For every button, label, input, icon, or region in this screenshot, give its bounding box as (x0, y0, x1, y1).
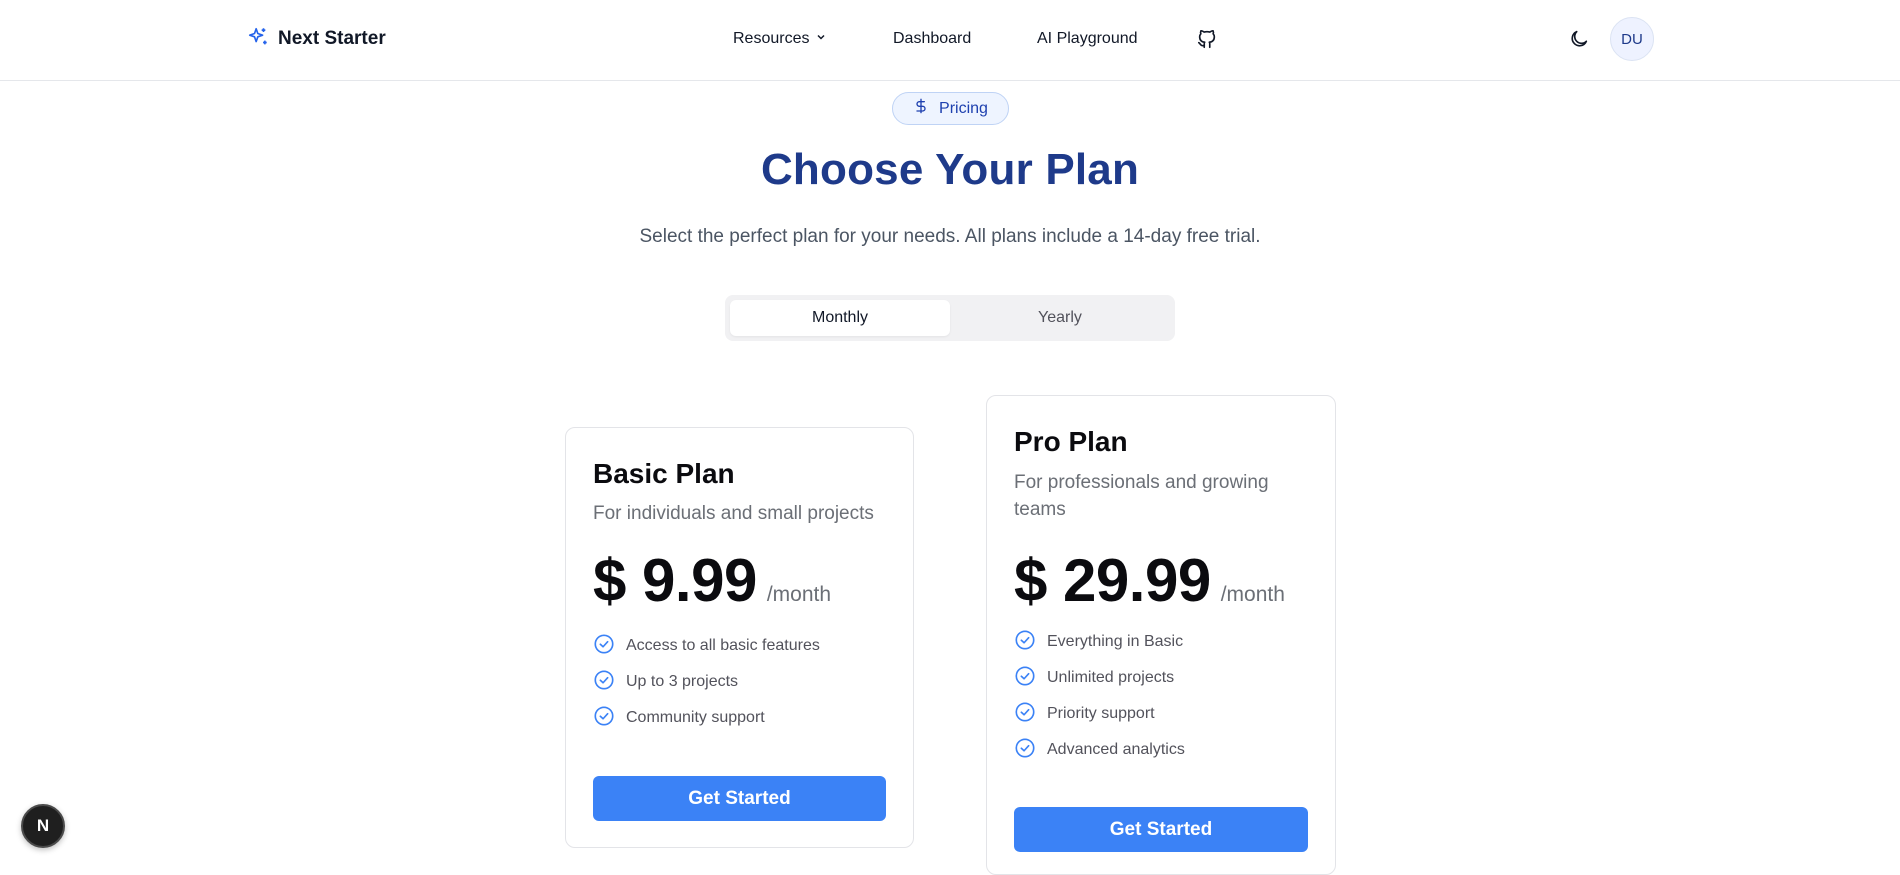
get-started-button[interactable]: Get Started (1014, 807, 1308, 852)
check-circle-icon (1014, 701, 1036, 728)
plan-name: Pro Plan (1014, 426, 1128, 457)
dollar-icon (913, 98, 929, 119)
pricing-badge-label: Pricing (939, 99, 988, 117)
list-item: Up to 3 projects (593, 664, 820, 700)
check-circle-icon (593, 705, 615, 732)
nextjs-logo-icon: N (36, 816, 50, 835)
list-item: Everything in Basic (1014, 624, 1185, 660)
get-started-button[interactable]: Get Started (593, 776, 886, 821)
nav-resources-label: Resources (733, 30, 810, 47)
top-navbar: Next Starter Resources Dashboard AI Play… (0, 0, 1900, 81)
list-item: Priority support (1014, 696, 1185, 732)
list-item: Community support (593, 700, 820, 736)
brand-name: Next Starter (278, 28, 386, 49)
user-avatar[interactable]: DU (1610, 17, 1654, 61)
check-circle-icon (1014, 737, 1036, 764)
check-circle-icon (593, 669, 615, 696)
nav-ai-playground-label: AI Playground (1037, 30, 1138, 47)
price-amount: $ 29.99 (1014, 547, 1211, 614)
tab-yearly[interactable]: Yearly (950, 300, 1170, 336)
list-item: Access to all basic features (593, 628, 820, 664)
price-period: /month (1220, 583, 1285, 606)
check-circle-icon (1014, 665, 1036, 692)
feature-text: Everything in Basic (1047, 633, 1184, 650)
check-circle-icon (1014, 629, 1036, 656)
plan-card-pro: Pro Plan For professionals and growing t… (986, 395, 1336, 875)
list-item: Unlimited projects (1014, 660, 1185, 696)
plan-price: $ 29.99 /month (1014, 546, 1285, 615)
plan-name: Basic Plan (593, 458, 735, 489)
tab-monthly[interactable]: Monthly (730, 300, 950, 336)
feature-text: Access to all basic features (626, 637, 820, 654)
pricing-badge: Pricing (892, 92, 1009, 125)
nav-dashboard[interactable]: Dashboard (893, 26, 971, 52)
github-icon[interactable] (1194, 26, 1220, 52)
nav-resources[interactable]: Resources (733, 26, 827, 52)
feature-text: Unlimited projects (1047, 669, 1175, 686)
brand-logo[interactable]: Next Starter (247, 25, 386, 53)
feature-text: Community support (626, 709, 765, 726)
billing-period-toggle: Monthly Yearly (725, 295, 1175, 341)
page-title: Choose Your Plan (760, 145, 1140, 194)
feature-text: Advanced analytics (1047, 741, 1185, 758)
feature-list: Everything in Basic Unlimited projects P… (1014, 624, 1185, 768)
avatar-initials: DU (1621, 30, 1643, 48)
plan-price: $ 9.99 /month (593, 546, 831, 615)
plan-description: For individuals and small projects (593, 503, 874, 524)
nav-ai-playground[interactable]: AI Playground (1037, 26, 1138, 52)
moon-icon[interactable] (1566, 26, 1592, 52)
feature-list: Access to all basic features Up to 3 pro… (593, 628, 820, 736)
feature-text: Priority support (1047, 705, 1155, 722)
nextjs-dev-tools-button[interactable]: N (21, 804, 65, 848)
price-amount: $ 9.99 (593, 547, 757, 614)
feature-text: Up to 3 projects (626, 673, 739, 690)
nav-dashboard-label: Dashboard (893, 30, 972, 47)
check-circle-icon (593, 633, 615, 660)
list-item: Advanced analytics (1014, 732, 1185, 768)
price-period: /month (766, 583, 832, 606)
sparkles-icon (247, 26, 269, 53)
page-subtitle: Select the perfect plan for your needs. … (639, 226, 1261, 247)
plan-description: For professionals and growing teams (1014, 472, 1269, 520)
chevron-down-icon (815, 30, 827, 48)
plan-card-basic: Basic Plan For individuals and small pro… (565, 427, 914, 848)
